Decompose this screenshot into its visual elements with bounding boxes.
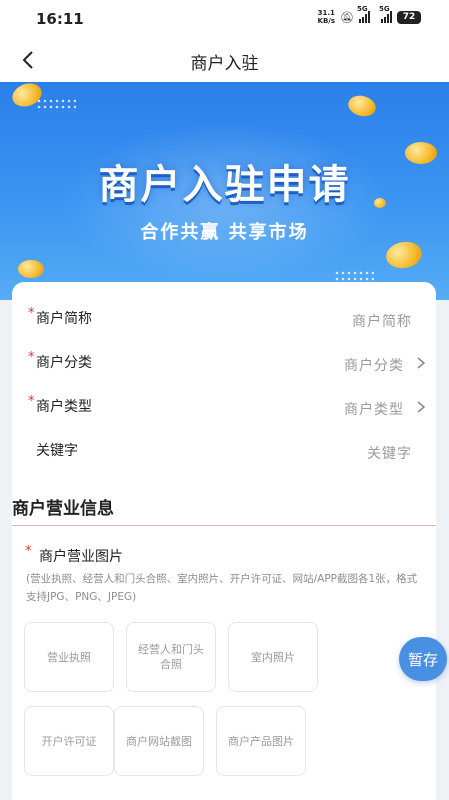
navigation-bar: 商户入驻 <box>0 38 449 82</box>
signal-icon: 5G <box>357 5 370 23</box>
status-indicators: 31.1 KB/s 🔕︎ 5G 5G 72 <box>318 5 421 25</box>
required-mark: * <box>28 394 35 409</box>
upload-interior-photo[interactable]: 室内照片 <box>228 622 318 692</box>
field-label: 商户类型 <box>36 399 92 415</box>
upload-account-permit[interactable]: 开户许可证 <box>24 706 114 776</box>
field-keywords[interactable]: 关键字 关键字 <box>12 430 436 470</box>
dots-decoration <box>36 98 76 112</box>
signal-icon-sim2: 5G <box>379 5 392 23</box>
coin-decoration <box>345 92 379 120</box>
chevron-right-icon <box>417 401 426 413</box>
field-merchant-type[interactable]: * 商户类型 商户类型 <box>12 386 436 426</box>
network-speed-value: 31.1 <box>317 9 335 17</box>
coin-decoration <box>18 260 44 278</box>
upload-website-screenshot[interactable]: 商户网站截图 <box>114 706 204 776</box>
banner-title: 商户入驻申请 <box>98 162 351 208</box>
field-label: 商户简称 <box>36 311 92 327</box>
banner-subtitle: 合作共赢 共享市场 <box>140 222 309 243</box>
business-pictures-label: 商户营业图片 <box>39 549 123 565</box>
merchant-short-name-input[interactable]: 商户简称 <box>352 311 412 331</box>
required-mark: * <box>25 544 32 559</box>
required-mark: * <box>28 306 35 321</box>
merchant-category-select[interactable]: 商户分类 <box>344 355 404 375</box>
upload-product-photo[interactable]: 商户产品图片 <box>216 706 306 776</box>
merchant-type-select[interactable]: 商户类型 <box>344 399 404 419</box>
promo-banner: 商户入驻申请 合作共赢 共享市场 <box>0 82 449 300</box>
upload-owner-storefront-photo[interactable]: 经营人和门头合照 <box>126 622 216 692</box>
section-divider <box>12 525 436 526</box>
upload-business-license[interactable]: 营业执照 <box>24 622 114 692</box>
battery-icon: 72 <box>397 10 421 24</box>
page-title: 商户入驻 <box>190 54 259 74</box>
required-mark: * <box>28 350 35 365</box>
mute-icon: 🔕︎ <box>340 10 354 24</box>
network-speed-unit: KB/s <box>317 17 336 25</box>
merchant-registration-screen: 16:11 31.1 KB/s 🔕︎ 5G 5G 72 商户入驻 商户入驻申请 … <box>0 0 449 800</box>
business-pictures-hint: (营业执照、经营人和门头合照、室内照片、开户许可证、网站/APP截图各1张，格式… <box>26 573 418 603</box>
field-label: 关键字 <box>36 443 78 459</box>
status-time: 16:11 <box>36 10 84 28</box>
network-speed: 31.1 KB/s <box>318 9 335 25</box>
sim2-network-tag: 5G <box>379 5 390 13</box>
field-merchant-category[interactable]: * 商户分类 商户分类 <box>12 342 436 382</box>
status-bar: 16:11 31.1 KB/s 🔕︎ 5G 5G 72 <box>0 0 449 38</box>
sim1-network-tag: 5G <box>357 5 368 13</box>
save-draft-button[interactable]: 暂存 <box>399 637 447 681</box>
section-title-business-info: 商户营业信息 <box>12 499 114 519</box>
keywords-input[interactable]: 关键字 <box>367 443 412 463</box>
chevron-right-icon <box>417 357 426 369</box>
registration-form: * 商户简称 商户简称 * 商户分类 商户分类 * 商户类型 商户类型 关键字 … <box>12 282 436 800</box>
field-label: 商户分类 <box>36 355 92 371</box>
field-merchant-short-name[interactable]: * 商户简称 商户简称 <box>12 298 436 338</box>
